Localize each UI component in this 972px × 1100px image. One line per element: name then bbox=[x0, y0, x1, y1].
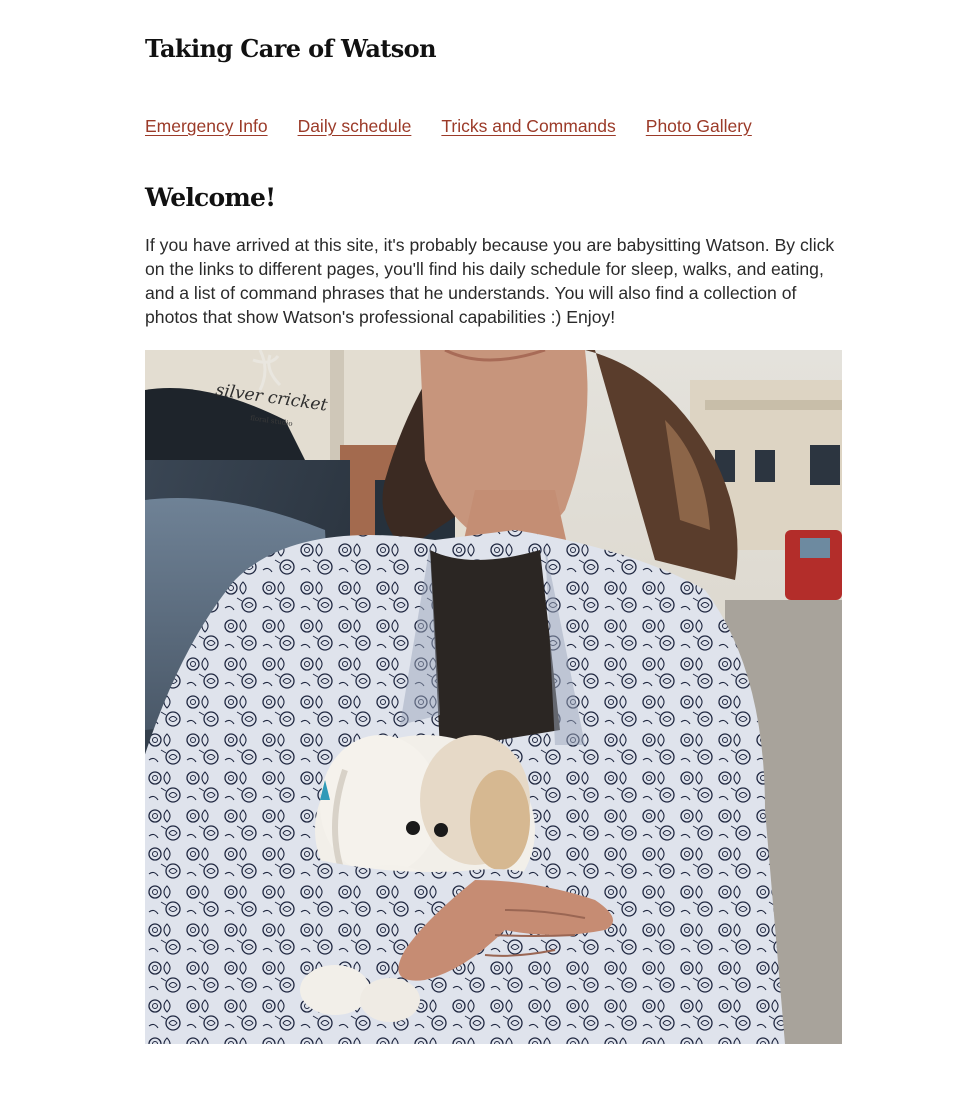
intro-paragraph: If you have arrived at this site, it's p… bbox=[145, 235, 835, 327]
nav-link-daily-schedule[interactable]: Daily schedule bbox=[298, 116, 412, 137]
welcome-heading: Welcome! bbox=[145, 183, 276, 212]
site-title: Taking Care of Watson bbox=[145, 34, 437, 63]
photo-illustration: silver cricket floral studio bbox=[145, 350, 842, 1044]
watson-photo: silver cricket floral studio bbox=[145, 350, 842, 1044]
nav-link-photo-gallery[interactable]: Photo Gallery bbox=[646, 116, 752, 137]
nav-link-tricks-and-commands[interactable]: Tricks and Commands bbox=[441, 116, 615, 137]
main-nav: Emergency Info Daily schedule Tricks and… bbox=[145, 116, 752, 137]
nav-link-emergency-info[interactable]: Emergency Info bbox=[145, 116, 268, 137]
